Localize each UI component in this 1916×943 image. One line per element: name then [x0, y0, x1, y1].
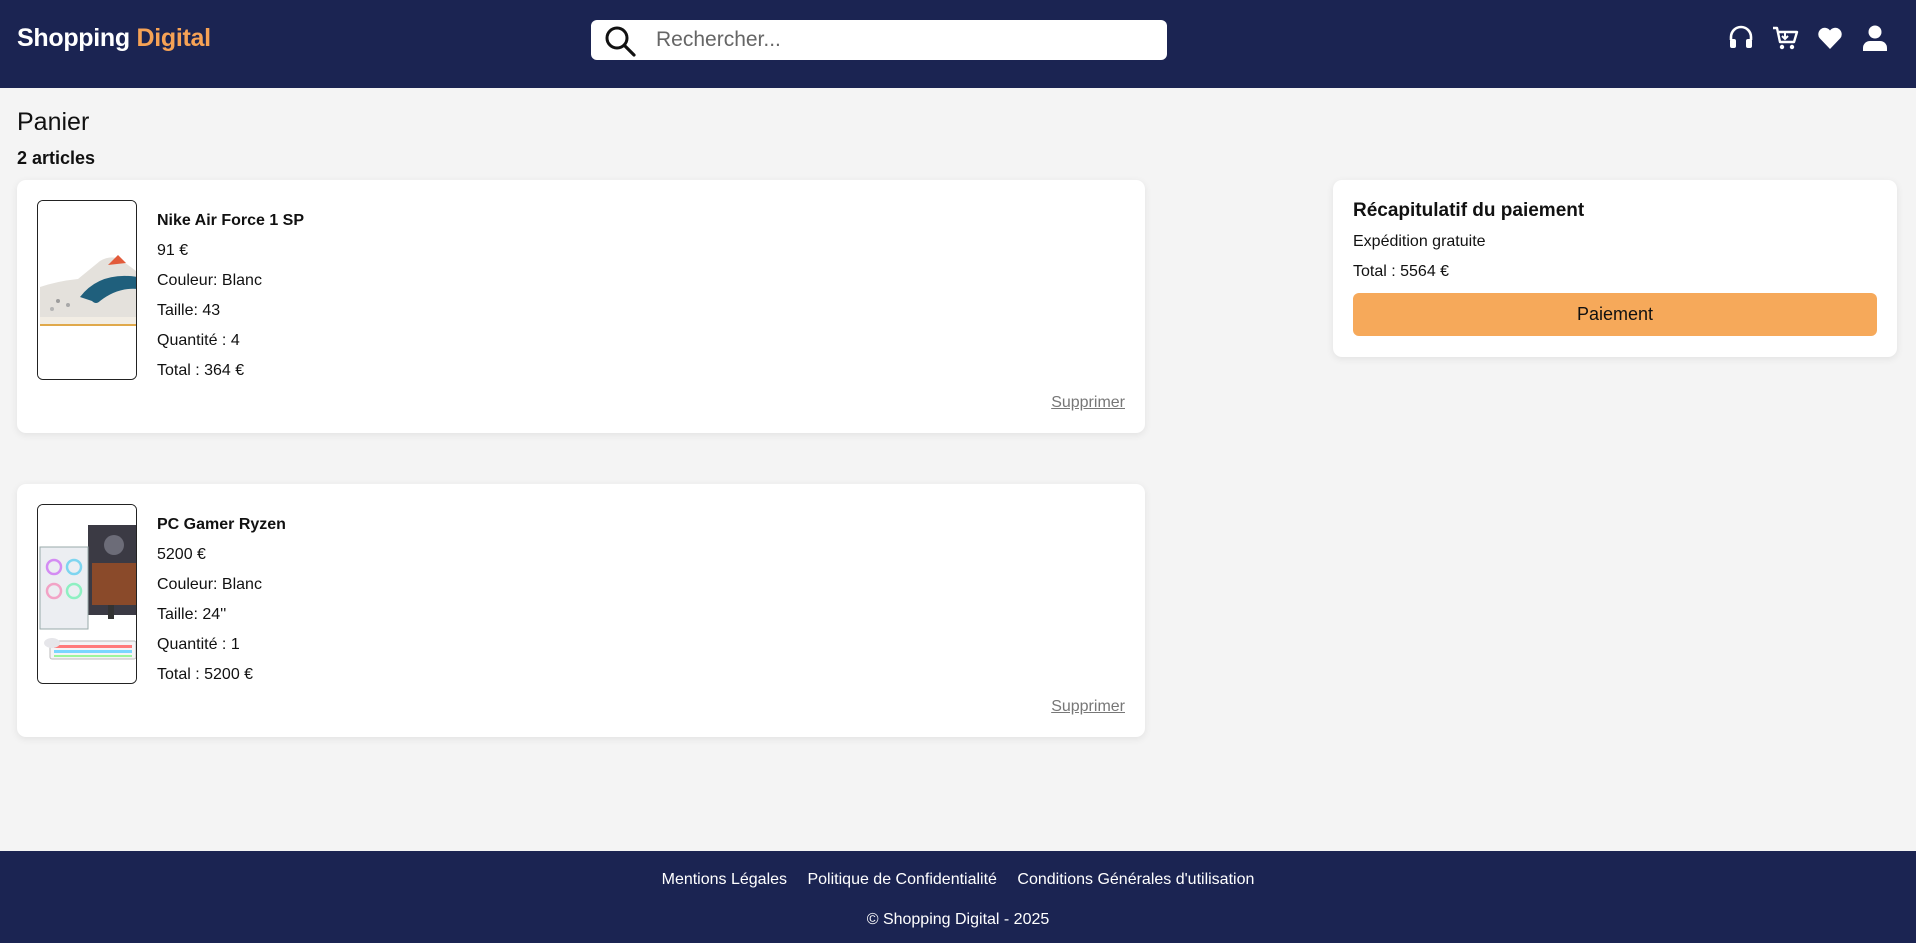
cart-item-card: PC Gamer Ryzen 5200 € Couleur: Blanc Tai… [17, 484, 1145, 737]
product-info: Nike Air Force 1 SP 91 € Couleur: Blanc … [157, 206, 304, 386]
product-name[interactable]: Nike Air Force 1 SP [157, 206, 304, 236]
product-name[interactable]: PC Gamer Ryzen [157, 510, 286, 540]
product-quantity: Quantité : 1 [157, 636, 240, 653]
payment-button[interactable]: Paiement [1353, 293, 1877, 336]
product-size: Taille: 24'' [157, 606, 227, 623]
user-icon[interactable] [1861, 24, 1889, 52]
gaming-pc-image [38, 505, 136, 683]
item-count: 2 articles [17, 148, 96, 168]
page-title: Panier [17, 108, 90, 136]
summary-total: Total : 5564 € [1353, 263, 1450, 280]
product-image-sneaker[interactable] [37, 200, 137, 380]
summary-title: Récapitulatif du paiement [1353, 200, 1585, 221]
sneaker-image [38, 201, 136, 379]
search-icon[interactable] [603, 24, 637, 58]
remove-item-link[interactable]: Supprimer [1051, 394, 1125, 412]
remove-item-link[interactable]: Supprimer [1051, 698, 1125, 716]
product-info: PC Gamer Ryzen 5200 € Couleur: Blanc Tai… [157, 510, 286, 690]
footer-links: Mentions Légales Politique de Confidenti… [0, 871, 1916, 889]
search-bar [591, 20, 1167, 60]
product-total: Total : 5200 € [157, 666, 254, 683]
brand-name-part2: Digital [136, 24, 212, 52]
headset-icon[interactable] [1727, 24, 1755, 52]
shipping-info: Expédition gratuite [1353, 233, 1486, 250]
product-total: Total : 364 € [157, 362, 245, 379]
cart-icon[interactable] [1771, 24, 1799, 52]
footer-link-privacy[interactable]: Politique de Confidentialité [807, 871, 996, 888]
site-footer: Mentions Légales Politique de Confidenti… [0, 851, 1916, 943]
site-header: Shopping Digital [0, 0, 1916, 88]
brand-name-part1: Shopping [17, 24, 130, 52]
product-color: Couleur: Blanc [157, 576, 262, 593]
search-input[interactable] [656, 20, 1146, 60]
footer-link-terms[interactable]: Conditions Générales d'utilisation [1017, 871, 1254, 888]
brand-logo[interactable]: Shopping Digital [17, 24, 211, 53]
product-size: Taille: 43 [157, 302, 221, 319]
cart-item-card: Nike Air Force 1 SP 91 € Couleur: Blanc … [17, 180, 1145, 433]
heart-icon[interactable] [1816, 24, 1844, 52]
payment-summary: Récapitulatif du paiement Expédition gra… [1333, 180, 1897, 357]
product-price: 91 € [157, 242, 189, 259]
product-image-gaming-pc[interactable] [37, 504, 137, 684]
product-quantity: Quantité : 4 [157, 332, 240, 349]
footer-link-legal[interactable]: Mentions Légales [662, 871, 787, 888]
footer-copyright: © Shopping Digital - 2025 [866, 911, 1050, 928]
product-color: Couleur: Blanc [157, 272, 262, 289]
product-price: 5200 € [157, 546, 206, 563]
